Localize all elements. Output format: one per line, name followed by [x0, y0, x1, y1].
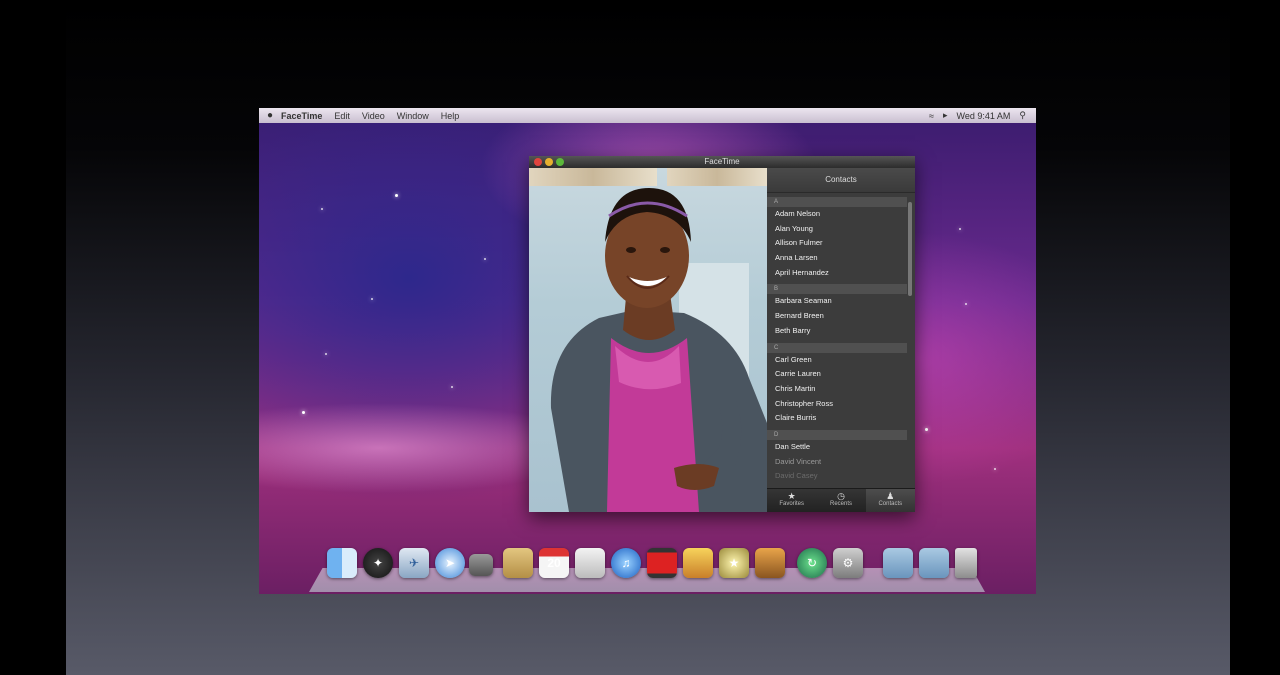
preview-icon[interactable] — [575, 548, 605, 578]
dock: ✦ ✈ ➤ 20 ♫ ★ ↻ ⚙ — [327, 548, 977, 586]
contact-row[interactable]: Allison Fulmer — [767, 236, 907, 251]
apple-menu-icon[interactable]: ● — [259, 110, 281, 121]
star — [925, 428, 928, 431]
contact-row[interactable]: Adam Nelson — [767, 207, 907, 222]
mail-icon[interactable]: ✈ — [399, 548, 429, 578]
ical-icon[interactable]: 20 — [539, 548, 569, 578]
zoom-button[interactable] — [556, 158, 564, 166]
dashboard-icon[interactable]: ✦ — [363, 548, 393, 578]
menu-app-name[interactable]: FaceTime — [281, 111, 322, 121]
section-header-b: B — [767, 284, 907, 295]
safari-icon[interactable]: ➤ — [435, 548, 465, 578]
menu-edit[interactable]: Edit — [334, 111, 350, 121]
tab-label: Contacts — [878, 501, 903, 507]
tab-favorites[interactable]: ★ Favorites — [767, 489, 816, 512]
contacts-header: Contacts — [767, 168, 915, 193]
video-preview — [529, 168, 767, 512]
spotlight-icon[interactable]: ⚲ — [1019, 110, 1026, 121]
facetime-icon[interactable] — [469, 554, 493, 576]
person-icon: ♟ — [886, 491, 895, 501]
star — [321, 208, 323, 210]
star — [959, 228, 961, 230]
contact-row[interactable]: Dan Settle — [767, 440, 907, 455]
garageband-icon[interactable] — [755, 548, 785, 578]
star — [451, 386, 453, 388]
photo-booth-icon[interactable] — [647, 548, 677, 578]
close-button[interactable] — [534, 158, 542, 166]
contact-row[interactable]: Chris Martin — [767, 382, 907, 397]
contact-row[interactable]: David Vincent — [767, 455, 907, 470]
time-machine-icon[interactable]: ↻ — [797, 548, 827, 578]
tab-label: Favorites — [779, 501, 804, 507]
star — [371, 298, 373, 300]
contacts-list[interactable]: A Adam Nelson Alan Young Allison Fulmer … — [767, 193, 907, 489]
contact-row[interactable]: Carrie Lauren — [767, 367, 907, 382]
wifi-icon[interactable]: ≈ — [929, 111, 934, 121]
contact-row[interactable]: Beth Barry — [767, 324, 907, 339]
contact-row[interactable]: Christopher Ross — [767, 397, 907, 412]
section-header-c: C — [767, 342, 907, 353]
menu-bar: ● FaceTime Edit Video Window Help ≈ ▸ We… — [259, 108, 1036, 123]
star — [395, 194, 398, 197]
clock-icon: ◷ — [837, 491, 845, 501]
minimize-button[interactable] — [545, 158, 553, 166]
contact-row[interactable]: Barbara Seaman — [767, 294, 907, 309]
facetime-window: FaceTime Contacts A Adam Nelson Alan You… — [529, 156, 915, 512]
contacts-scrollbar[interactable] — [908, 202, 912, 296]
star — [965, 303, 967, 305]
contact-row[interactable]: April Hernandez — [767, 266, 907, 281]
star — [994, 468, 996, 470]
window-titlebar[interactable]: FaceTime — [529, 156, 915, 168]
contact-row[interactable]: Claire Burris — [767, 411, 907, 426]
volume-icon[interactable]: ▸ — [943, 110, 948, 121]
tab-label: Recents — [829, 501, 852, 507]
section-header-d: D — [767, 429, 907, 440]
tab-contacts[interactable]: ♟ Contacts — [865, 489, 915, 512]
star — [302, 411, 305, 414]
caller-photo — [550, 188, 767, 512]
star — [325, 353, 327, 355]
contact-row[interactable]: Bernard Breen — [767, 309, 907, 324]
section-header-a: A — [767, 197, 907, 207]
contact-row[interactable]: Carl Green — [767, 353, 907, 368]
contacts-tab-bar: ★ Favorites ◷ Recents ♟ Contacts — [767, 488, 915, 512]
system-preferences-icon[interactable]: ⚙ — [833, 548, 863, 578]
documents-folder-icon[interactable] — [919, 548, 949, 578]
itunes-icon[interactable]: ♫ — [611, 548, 641, 578]
window-title: FaceTime — [704, 157, 740, 166]
finder-icon[interactable] — [327, 548, 357, 578]
menu-clock[interactable]: Wed 9:41 AM — [957, 111, 1011, 121]
imovie-icon[interactable]: ★ — [719, 548, 749, 578]
contact-row[interactable]: David Casey — [767, 469, 907, 484]
address-book-icon[interactable] — [503, 548, 533, 578]
applications-folder-icon[interactable] — [883, 548, 913, 578]
star-icon: ★ — [787, 491, 796, 501]
calendar-day: 20 — [547, 556, 561, 570]
desktop-screen: ● FaceTime Edit Video Window Help ≈ ▸ We… — [259, 108, 1036, 594]
contact-row[interactable]: Alan Young — [767, 222, 907, 237]
trash-icon[interactable] — [955, 548, 977, 578]
iphoto-icon[interactable] — [683, 548, 713, 578]
menu-help[interactable]: Help — [441, 111, 460, 121]
tab-recents[interactable]: ◷ Recents — [816, 489, 865, 512]
menu-window[interactable]: Window — [397, 111, 429, 121]
menu-video[interactable]: Video — [362, 111, 385, 121]
star — [484, 258, 486, 260]
contact-row[interactable]: Anna Larsen — [767, 251, 907, 266]
contacts-panel: Contacts A Adam Nelson Alan Young Alliso… — [767, 168, 915, 512]
